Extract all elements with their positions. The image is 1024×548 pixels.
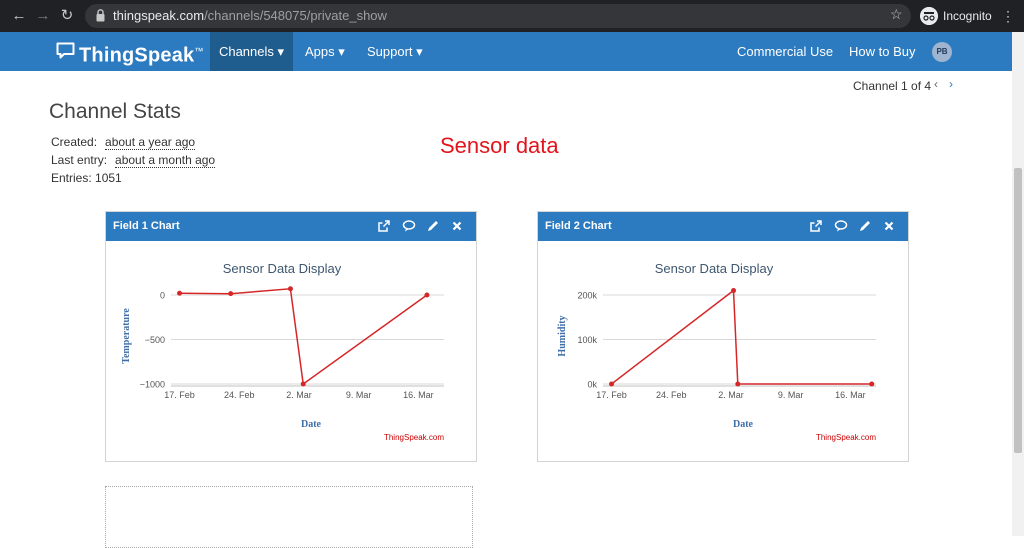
stat-created: Created: about a year ago [51,134,196,150]
y-tick-label: 200k [577,291,597,301]
panel-title: Field 1 Chart [113,220,180,232]
scrollbar-thumb[interactable] [1014,168,1022,453]
comment-icon[interactable] [833,218,849,234]
logo-text: ThingSpeak [79,44,195,67]
data-point [228,291,234,297]
url-text[interactable]: thingspeak.com/channels/548075/private_s… [113,5,387,27]
stat-created-label: Created: [51,135,98,149]
panel-header: Field 2 Chart [538,212,908,241]
logo[interactable]: ThingSpeak™ [79,38,204,69]
comment-icon[interactable] [401,218,417,234]
stat-entries-value: 1051 [95,171,122,185]
external-link-icon[interactable] [808,218,824,234]
chart-area: Sensor Data Display Temperature Date Thi… [111,248,471,456]
chart-credit: ThingSpeak.com [384,433,444,442]
y-axis-label: Humidity [557,315,568,356]
stat-last-value: about a month ago [115,153,216,168]
channel-prev-icon[interactable]: ‹ [934,77,938,91]
data-point [735,381,741,387]
close-icon[interactable] [449,218,465,234]
incognito-icon [920,7,938,25]
stat-entries-label: Entries: [51,171,92,185]
panel-title: Field 2 Chart [545,220,612,232]
nav-support[interactable]: Support ▾ [367,32,423,71]
pencil-icon[interactable] [857,218,873,234]
x-axis-label: Date [733,419,754,430]
channel-pager-label: Channel 1 of 4 [853,79,932,93]
x-tick-label: 24. Feb [656,390,687,400]
data-point [609,381,615,387]
user-avatar[interactable]: PB [932,42,952,62]
sensor-data-headline: Sensor data [440,133,559,158]
lock-icon [96,9,105,22]
field1-chart-panel: Field 1 Chart Sensor Data Display Temper… [105,211,477,462]
url-host: thingspeak.com [113,8,205,23]
x-tick-label: 17. Feb [596,390,627,400]
data-point [287,286,293,292]
chart-area: Sensor Data Display Humidity Date ThingS… [543,248,903,456]
channel-next-icon[interactable]: › [949,77,953,91]
data-point [177,290,183,296]
reload-icon[interactable]: ↻ [58,7,76,25]
chart-title: Sensor Data Display [655,261,774,276]
panel-header: Field 1 Chart [106,212,476,241]
nav-commercial-use[interactable]: Commercial Use [737,32,833,71]
data-point [424,292,430,298]
x-tick-label: 16. Mar [835,390,866,400]
stat-last-label: Last entry: [51,153,108,167]
close-icon[interactable] [881,218,897,234]
x-tick-label: 24. Feb [224,390,255,400]
series-line [611,289,872,385]
x-axis-label: Date [301,419,322,430]
y-tick-label: 0k [587,380,597,390]
y-tick-label: 100k [577,335,597,345]
browser-menu-icon[interactable]: ⋮ [1000,6,1016,26]
x-tick-label: 9. Mar [346,390,372,400]
y-tick-label: 0 [160,291,165,301]
y-tick-label: −1000 [140,380,165,390]
bookmark-star-icon[interactable]: ☆ [890,6,903,23]
forward-icon[interactable]: → [34,7,52,25]
stat-last-entry: Last entry: about a month ago [51,152,216,168]
x-tick-label: 17. Feb [164,390,195,400]
nav-apps[interactable]: Apps ▾ [305,32,345,71]
field2-chart-svg: Sensor Data Display Humidity Date ThingS… [557,261,876,442]
series-line [179,287,428,386]
y-axis-label: Temperature [121,308,132,364]
data-point [300,381,306,387]
chart-credit: ThingSpeak.com [816,433,876,442]
back-icon[interactable]: ← [10,7,28,25]
nav-channels[interactable]: Channels ▾ [210,32,293,71]
y-tick-label: −500 [145,335,165,345]
external-link-icon[interactable] [376,218,392,234]
x-tick-label: 2. Mar [718,390,744,400]
nav-how-to-buy[interactable]: How to Buy [849,32,915,71]
x-tick-label: 9. Mar [778,390,804,400]
stat-entries: Entries: 1051 [51,170,122,186]
data-point [731,288,737,294]
page-title: Channel Stats [49,100,181,123]
x-tick-label: 16. Mar [403,390,434,400]
logo-speech-bubble-icon[interactable] [56,42,75,59]
x-tick-label: 2. Mar [286,390,312,400]
stat-created-value: about a year ago [105,135,196,150]
chart-title: Sensor Data Display [223,261,342,276]
incognito-label: Incognito [943,9,992,23]
logo-trademark: ™ [194,46,204,56]
data-point [869,381,875,387]
field1-chart-svg: Sensor Data Display Temperature Date Thi… [121,261,444,442]
empty-widget-placeholder [105,486,473,548]
url-path: /channels/548075/private_show [204,8,387,23]
field2-chart-panel: Field 2 Chart Sensor Data Display Humidi… [537,211,909,462]
pencil-icon[interactable] [425,218,441,234]
